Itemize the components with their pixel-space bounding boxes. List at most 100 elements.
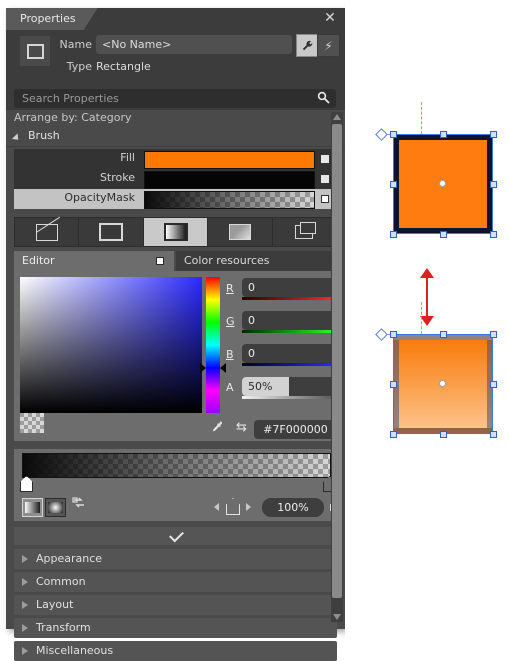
category-layout[interactable]: Layout bbox=[14, 595, 337, 615]
lightning-icon[interactable]: ⚡ bbox=[317, 34, 340, 57]
category-label: Common bbox=[36, 575, 86, 588]
alpha-input[interactable]: 50% bbox=[242, 377, 336, 396]
search-input[interactable]: Search Properties bbox=[14, 89, 336, 108]
green-slider[interactable] bbox=[242, 330, 336, 333]
resize-handle-sw[interactable] bbox=[390, 231, 397, 238]
search-icon[interactable] bbox=[317, 91, 330, 107]
resize-handle-se[interactable] bbox=[490, 231, 497, 238]
brush-type-none[interactable] bbox=[15, 218, 80, 246]
stroke-swatch[interactable] bbox=[144, 171, 315, 189]
alpha-slider[interactable] bbox=[242, 396, 336, 399]
resize-handle-e[interactable] bbox=[490, 181, 497, 188]
resize-handle-n[interactable] bbox=[440, 131, 447, 138]
solid-color-icon bbox=[99, 223, 124, 241]
category-label: Layout bbox=[36, 598, 74, 611]
blue-slider[interactable] bbox=[242, 363, 336, 366]
stroke-marker[interactable] bbox=[321, 175, 329, 183]
brush-row-fill[interactable]: Fill bbox=[14, 149, 337, 169]
resize-handle-s[interactable] bbox=[440, 431, 447, 438]
name-input[interactable]: <No Name> bbox=[96, 35, 292, 54]
transform-origin-handle[interactable] bbox=[375, 328, 388, 341]
stroke-label: Stroke bbox=[99, 171, 135, 184]
eyedropper-icon[interactable] bbox=[210, 420, 223, 437]
opacitymask-swatch[interactable] bbox=[144, 191, 315, 209]
close-icon[interactable]: ✕ bbox=[321, 9, 339, 27]
resize-handle-ne[interactable] bbox=[490, 131, 497, 138]
blue-input[interactable]: 0 bbox=[242, 344, 336, 363]
resize-handle-w[interactable] bbox=[390, 381, 397, 388]
brush-group-header[interactable]: Brush bbox=[6, 128, 345, 147]
resize-handle-e[interactable] bbox=[490, 381, 497, 388]
tab-color-resources[interactable]: Color resources bbox=[176, 251, 337, 271]
editor-tab-marker[interactable] bbox=[156, 257, 164, 265]
brush-row-stroke[interactable]: Stroke bbox=[14, 169, 337, 189]
chevron-right-icon bbox=[22, 555, 28, 563]
scrollbar-thumb[interactable] bbox=[332, 124, 342, 598]
arrow-head-down bbox=[420, 316, 434, 326]
transparency-preview bbox=[20, 413, 44, 433]
resize-handle-nw[interactable] bbox=[390, 131, 397, 138]
resize-handle-sw[interactable] bbox=[390, 431, 397, 438]
stop-position-input[interactable]: 100% bbox=[262, 498, 324, 517]
red-slider[interactable] bbox=[242, 297, 336, 300]
hex-input[interactable]: #7F000000 bbox=[254, 420, 337, 439]
name-label: Name bbox=[59, 38, 92, 51]
gradient-stop-strip bbox=[14, 449, 337, 495]
linear-gradient-icon[interactable] bbox=[22, 498, 43, 517]
reverse-gradient-icon[interactable] bbox=[72, 497, 86, 515]
center-point[interactable] bbox=[439, 180, 446, 187]
brush-group-label: Brush bbox=[28, 129, 60, 142]
category-transform[interactable]: Transform bbox=[14, 618, 337, 638]
arrange-by-label: Arrange by: Category bbox=[14, 111, 132, 124]
resize-handle-n[interactable] bbox=[440, 331, 447, 338]
hue-slider[interactable] bbox=[206, 277, 220, 413]
scroll-down-icon[interactable] bbox=[333, 614, 341, 620]
category-miscellaneous[interactable]: Miscellaneous bbox=[14, 641, 337, 661]
opacitymask-marker[interactable] bbox=[321, 195, 329, 203]
radial-gradient-icon[interactable] bbox=[45, 498, 66, 517]
previous-stop-icon[interactable] bbox=[214, 503, 219, 511]
transform-origin-handle[interactable] bbox=[375, 128, 388, 141]
wrench-icon[interactable] bbox=[296, 34, 319, 57]
scroll-up-icon[interactable] bbox=[333, 114, 341, 120]
blue-label: B bbox=[226, 348, 234, 361]
saturation-value-field[interactable] bbox=[20, 277, 202, 413]
fill-swatch[interactable] bbox=[144, 151, 315, 169]
gradient-stop-handle bbox=[20, 476, 33, 492]
gradient-brush-icon bbox=[163, 223, 188, 241]
resize-handle-w[interactable] bbox=[390, 181, 397, 188]
brush-type-image[interactable] bbox=[208, 218, 273, 246]
chevron-right-icon bbox=[22, 647, 28, 655]
swap-icon[interactable]: ⇆ bbox=[236, 420, 247, 435]
resize-handle-nw[interactable] bbox=[390, 331, 397, 338]
category-common[interactable]: Common bbox=[14, 572, 337, 592]
resize-handle-s[interactable] bbox=[440, 231, 447, 238]
brush-type-drawing[interactable] bbox=[273, 218, 336, 246]
gradient-stop-start[interactable] bbox=[20, 476, 33, 492]
next-stop-icon[interactable] bbox=[246, 503, 251, 511]
alignment-guide-vertical bbox=[421, 102, 422, 134]
hex-row: ⇆ #7F000000 bbox=[14, 413, 337, 441]
gradient-preview-bar[interactable] bbox=[22, 453, 331, 478]
alpha-value: 50% bbox=[248, 380, 273, 393]
green-input[interactable]: 0 bbox=[242, 311, 336, 330]
design-canvas[interactable] bbox=[345, 0, 509, 637]
resize-handle-se[interactable] bbox=[490, 431, 497, 438]
gradient-toolbar: 100% bbox=[14, 495, 337, 521]
red-input[interactable]: 0 bbox=[242, 278, 336, 297]
brush-type-gradient[interactable] bbox=[143, 218, 209, 246]
fill-marker[interactable] bbox=[321, 155, 329, 163]
no-brush-icon bbox=[35, 223, 58, 241]
panel-scrollbar[interactable] bbox=[331, 112, 343, 622]
arrange-by-row[interactable]: Arrange by: Category bbox=[6, 110, 345, 128]
brush-row-opacitymask[interactable]: OpacityMask bbox=[14, 189, 337, 209]
tab-editor[interactable]: Editor bbox=[14, 251, 174, 271]
tab-properties[interactable]: Properties bbox=[6, 8, 98, 30]
brush-type-solid[interactable] bbox=[79, 218, 144, 246]
center-point[interactable] bbox=[439, 380, 446, 387]
collapse-section-button[interactable] bbox=[14, 527, 337, 545]
resize-handle-ne[interactable] bbox=[490, 331, 497, 338]
fill-label: Fill bbox=[120, 151, 135, 164]
category-appearance[interactable]: Appearance bbox=[14, 549, 337, 569]
red-label: R bbox=[226, 282, 234, 295]
